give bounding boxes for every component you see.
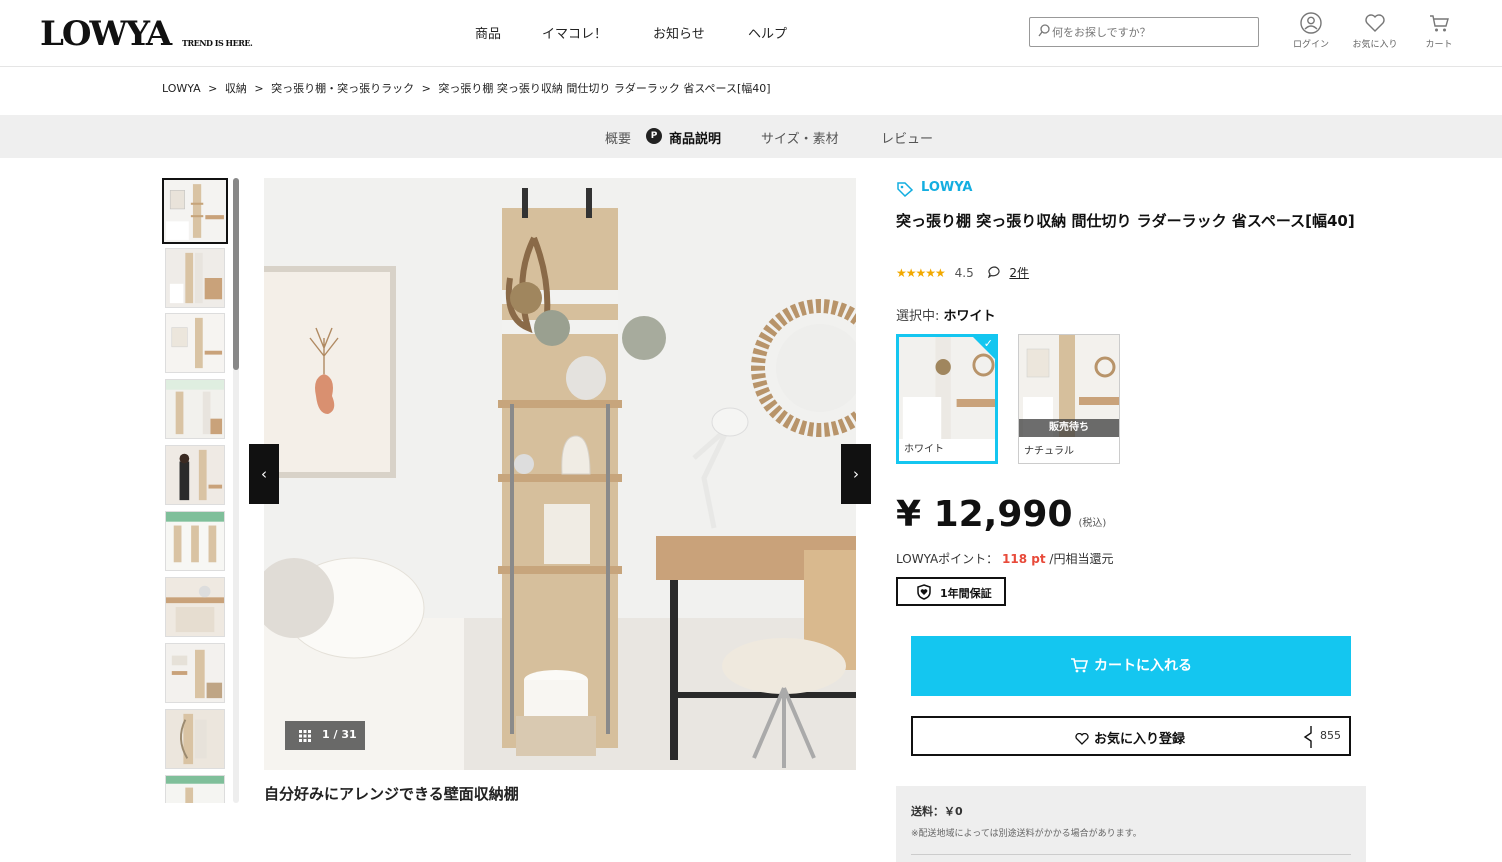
nav-imacore[interactable]: イマコレ！ bbox=[542, 23, 607, 42]
cart-label: カート bbox=[1425, 40, 1453, 50]
thumbnail-item[interactable] bbox=[165, 709, 225, 769]
add-favorite-label: お気に入り登録 bbox=[1094, 732, 1186, 747]
points-suffix: /円相当還元 bbox=[1049, 552, 1114, 566]
warranty-label: 1年間保証 bbox=[940, 587, 992, 600]
cart-icon bbox=[1430, 15, 1449, 32]
thumbnail-item[interactable] bbox=[165, 775, 225, 803]
favorite-count: 855 bbox=[1320, 729, 1341, 742]
tab-reviews[interactable]: レビュー bbox=[881, 128, 933, 147]
shipping-fee: 送料：￥0 bbox=[911, 805, 963, 818]
heart-icon bbox=[1365, 14, 1385, 32]
gallery-prev-button[interactable]: ‹ bbox=[249, 444, 279, 504]
selected-label: 選択中: bbox=[896, 309, 940, 324]
thumbnail-item[interactable] bbox=[165, 379, 225, 439]
grid-icon bbox=[299, 730, 311, 742]
divider bbox=[911, 854, 1351, 855]
count-bubble-notch bbox=[1303, 726, 1312, 748]
tab-description[interactable]: 商品説明 bbox=[669, 128, 721, 147]
price: ¥ 12,990 (税込) bbox=[896, 494, 1106, 535]
variant-white[interactable]: ✓ ホワイト bbox=[896, 334, 998, 464]
add-to-cart-button[interactable]: カートに入れる bbox=[911, 636, 1351, 696]
variant-white-name: ホワイト bbox=[904, 444, 944, 455]
soldout-badge: 販売待ち bbox=[1019, 419, 1119, 437]
warranty-badge: 1年間保証 bbox=[896, 577, 1006, 606]
rating-score: 4.5 bbox=[954, 266, 974, 280]
search-icon bbox=[1038, 24, 1050, 37]
nav-news[interactable]: お知らせ bbox=[653, 23, 705, 42]
thumbnail-list bbox=[162, 178, 230, 803]
tab-size-material[interactable]: サイズ・素材 bbox=[761, 128, 839, 147]
breadcrumb-separator: > bbox=[421, 82, 431, 95]
main-product-image[interactable] bbox=[264, 178, 856, 770]
gallery-next-button[interactable]: › bbox=[841, 444, 871, 504]
site-logo[interactable]: LOWYA bbox=[40, 14, 172, 54]
tag-icon bbox=[897, 182, 914, 197]
variant-natural-name: ナチュラル bbox=[1024, 446, 1074, 457]
login-label: ログイン bbox=[1292, 40, 1329, 50]
thumbnail-item[interactable] bbox=[165, 313, 225, 373]
rating-stars: ★★★★★ bbox=[896, 266, 946, 280]
breadcrumb-current: 突っ張り棚 突っ張り収納 間仕切り ラダーラック 省スペース[幅40] bbox=[438, 82, 771, 95]
favorites-label: お気に入り bbox=[1352, 40, 1398, 50]
variant-natural[interactable]: 販売待ち ナチュラル bbox=[1018, 334, 1120, 464]
breadcrumb-storage[interactable]: 収納 bbox=[225, 82, 247, 95]
points-badge-icon: P bbox=[646, 128, 662, 144]
login-link[interactable]: ログイン bbox=[1281, 12, 1341, 50]
comment-icon bbox=[987, 266, 1000, 279]
points-label: LOWYAポイント： bbox=[896, 552, 999, 566]
shipping-info: 送料：￥0 ※配送地域によっては別途送料がかかる場合があります。 bbox=[896, 786, 1366, 862]
selected-variant-label: 選択中: ホワイト bbox=[896, 305, 996, 324]
thumbnail-scrollbar[interactable] bbox=[233, 178, 239, 803]
cart-icon bbox=[1071, 657, 1089, 672]
image-caption: 自分好みにアレンジできる壁面収納棚 bbox=[264, 785, 519, 803]
search-box[interactable] bbox=[1029, 17, 1259, 47]
breadcrumb-home[interactable]: LOWYA bbox=[162, 82, 201, 95]
gallery-counter-text: 1 / 31 bbox=[322, 728, 357, 741]
tab-overview[interactable]: 概要 bbox=[605, 128, 631, 147]
points-value: 118 pt bbox=[1002, 552, 1046, 566]
product-title: 突っ張り棚 突っ張り収納 間仕切り ラダーラック 省スペース[幅40] bbox=[896, 212, 1355, 230]
add-to-cart-label: カートに入れる bbox=[1094, 658, 1192, 674]
thumbnail-item[interactable] bbox=[165, 248, 225, 308]
thumbnail-item[interactable] bbox=[162, 178, 228, 244]
site-tagline: TREND IS HERE. bbox=[182, 38, 253, 48]
price-tax-note: (税込) bbox=[1078, 518, 1107, 529]
price-value: ¥ 12,990 bbox=[896, 494, 1073, 535]
breadcrumb: LOWYA > 収納 > 突っ張り棚・突っ張りラック > 突っ張り棚 突っ張り収… bbox=[162, 80, 775, 96]
rating-row: ★★★★★ 4.5 2件 bbox=[896, 264, 1029, 281]
breadcrumb-category[interactable]: 突っ張り棚・突っ張りラック bbox=[271, 82, 414, 95]
nav-products[interactable]: 商品 bbox=[475, 23, 501, 42]
shield-heart-icon bbox=[917, 584, 931, 600]
breadcrumb-separator: > bbox=[208, 82, 218, 95]
thumbnail-item[interactable] bbox=[165, 643, 225, 703]
check-icon: ✓ bbox=[983, 337, 993, 350]
thumbnail-item[interactable] bbox=[165, 577, 225, 637]
search-input[interactable] bbox=[1052, 23, 1252, 41]
user-icon bbox=[1300, 12, 1322, 34]
favorites-link[interactable]: お気に入り bbox=[1345, 12, 1405, 50]
selected-value: ホワイト bbox=[943, 309, 996, 324]
brand-name: LOWYA bbox=[921, 180, 973, 195]
review-count-link[interactable]: 2件 bbox=[1009, 266, 1029, 280]
thumbnail-item[interactable] bbox=[165, 511, 225, 571]
nav-help[interactable]: ヘルプ bbox=[748, 23, 787, 42]
add-favorite-button[interactable]: お気に入り登録 855 bbox=[911, 716, 1351, 756]
thumbnail-item[interactable] bbox=[165, 445, 225, 505]
scrollbar-thumb[interactable] bbox=[233, 178, 239, 370]
product-tabs bbox=[0, 115, 1502, 158]
gallery-counter[interactable]: 1 / 31 bbox=[285, 721, 365, 750]
cart-link[interactable]: カート bbox=[1409, 12, 1469, 50]
points-row: LOWYAポイント： 118 pt /円相当還元 bbox=[896, 550, 1113, 567]
shipping-note: ※配送地域によっては別途送料がかかる場合があります。 bbox=[911, 829, 1142, 839]
breadcrumb-separator: > bbox=[254, 82, 264, 95]
site-header: LOWYA TREND IS HERE. 商品 イマコレ！ お知らせ ヘルプ ロ… bbox=[0, 0, 1502, 67]
heart-icon bbox=[1075, 732, 1089, 745]
